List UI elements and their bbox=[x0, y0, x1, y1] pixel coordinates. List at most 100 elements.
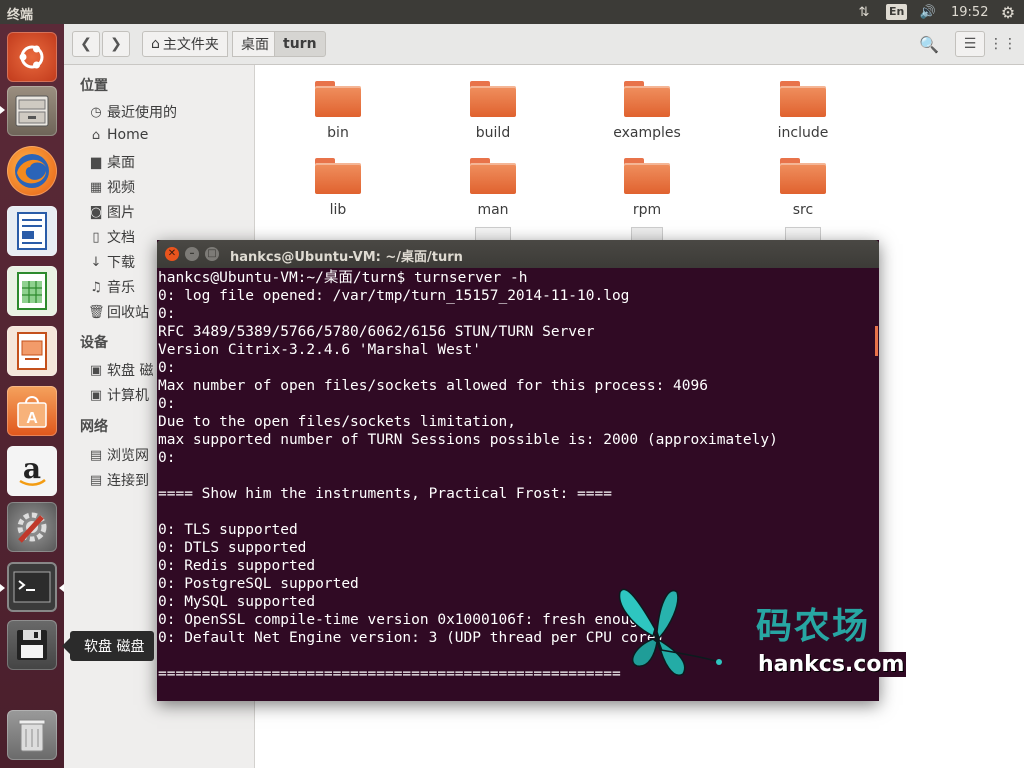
trash-icon[interactable] bbox=[7, 710, 57, 760]
sidebar-item-recent[interactable]: ◷ 最近使用的 bbox=[88, 102, 177, 122]
forward-button[interactable]: ❯ bbox=[102, 31, 130, 57]
sidebar-item-label: 文档 bbox=[107, 230, 135, 246]
terminal-line: 0: bbox=[158, 360, 176, 376]
maximize-window-button[interactable]: □ bbox=[205, 247, 219, 261]
folder-item[interactable]: man bbox=[443, 158, 543, 218]
svg-text:A: A bbox=[26, 410, 38, 427]
folder-name: man bbox=[477, 202, 509, 218]
top-panel: 终端 ⇅ En 🔊 19:52 ⚙ bbox=[0, 0, 1024, 24]
sidebar-item-home[interactable]: ⌂ Home bbox=[88, 127, 148, 143]
list-icon: ☰ bbox=[963, 36, 977, 52]
grid-view-button[interactable]: ⋮⋮ bbox=[988, 31, 1018, 57]
sidebar-item-floppy[interactable]: ▣ 软盘 磁 bbox=[88, 360, 154, 380]
keyboard-layout-indicator[interactable]: En bbox=[886, 3, 908, 21]
folder-item[interactable]: include bbox=[753, 81, 853, 141]
sidebar-item-documents[interactable]: ▯ 文档 bbox=[88, 227, 135, 247]
sidebar-item-connect-server[interactable]: ▤ 连接到 bbox=[88, 470, 149, 490]
libreoffice-impress-icon[interactable] bbox=[7, 326, 57, 376]
sidebar-item-label: 最近使用的 bbox=[107, 105, 177, 121]
breadcrumb-turn[interactable]: turn bbox=[274, 31, 326, 57]
chevron-right-icon: ❯ bbox=[110, 36, 122, 52]
floppy-disk-icon[interactable] bbox=[7, 620, 57, 670]
sidebar-item-pictures[interactable]: ◙ 图片 bbox=[88, 202, 135, 222]
folder-item[interactable]: build bbox=[443, 81, 543, 141]
folder-item[interactable]: examples bbox=[597, 81, 697, 141]
devices-header: 设备 bbox=[80, 335, 108, 351]
sidebar-item-computer[interactable]: ▣ 计算机 bbox=[88, 385, 149, 405]
sidebar-item-label: 音乐 bbox=[107, 280, 135, 296]
downloads-icon: ↓ bbox=[90, 254, 102, 270]
sidebar-item-trash[interactable]: 🗑 回收站 bbox=[88, 302, 149, 322]
terminal-scrollbar[interactable] bbox=[875, 326, 878, 356]
folder-name: src bbox=[792, 202, 814, 218]
network-transfer-icon[interactable]: ⇅ bbox=[853, 3, 875, 21]
home-icon: ⌂ bbox=[91, 127, 101, 143]
system-settings-gear-icon[interactable]: ⚙ bbox=[998, 3, 1018, 22]
folder-icon bbox=[780, 158, 826, 194]
terminal-line: 0: bbox=[158, 450, 176, 466]
folder-name: rpm bbox=[632, 202, 662, 218]
places-header: 位置 bbox=[80, 78, 108, 94]
breadcrumb-label: turn bbox=[283, 36, 317, 52]
folder-name: lib bbox=[329, 202, 347, 218]
svg-text:a: a bbox=[23, 453, 41, 485]
terminal-line: 0: bbox=[158, 396, 176, 412]
terminal-line: hankcs@Ubuntu-VM:~/桌面/turn$ turnserver -… bbox=[158, 270, 528, 286]
firefox-icon[interactable] bbox=[7, 146, 57, 196]
folder-icon bbox=[470, 158, 516, 194]
breadcrumb-label: 桌面 bbox=[241, 37, 269, 53]
music-icon: ♫ bbox=[90, 279, 102, 295]
volume-icon[interactable]: 🔊 bbox=[915, 3, 941, 21]
file-manager-toolbar: ❮ ❯ ⌂ 主文件夹 桌面 turn 🔍 ☰ ⋮⋮ bbox=[64, 24, 1024, 65]
folder-icon bbox=[315, 81, 361, 117]
sidebar-item-videos[interactable]: ▦ 视频 bbox=[88, 177, 135, 197]
folder-name: build bbox=[475, 125, 511, 141]
libreoffice-writer-icon[interactable] bbox=[7, 206, 57, 256]
sidebar-item-label: 回收站 bbox=[107, 305, 149, 321]
breadcrumb-desktop[interactable]: 桌面 bbox=[232, 31, 278, 57]
terminal-titlebar[interactable]: ✕ – □ hankcs@Ubuntu-VM: ~/桌面/turn bbox=[157, 240, 879, 268]
folder-icon bbox=[624, 158, 670, 194]
active-app-title: 终端 bbox=[7, 8, 34, 23]
back-button[interactable]: ❮ bbox=[72, 31, 100, 57]
launcher-tooltip: 软盘 磁盘 bbox=[61, 631, 155, 661]
sidebar-item-label: 软盘 磁 bbox=[107, 363, 154, 379]
dash-home-icon[interactable] bbox=[7, 32, 57, 82]
terminal-title: hankcs@Ubuntu-VM: ~/桌面/turn bbox=[230, 250, 463, 265]
breadcrumb-home[interactable]: ⌂ 主文件夹 bbox=[142, 31, 228, 57]
minimize-icon: – bbox=[189, 248, 195, 259]
documents-icon: ▯ bbox=[92, 229, 100, 245]
clock[interactable]: 19:52 bbox=[951, 3, 988, 21]
ubuntu-software-center-icon[interactable]: A bbox=[7, 386, 57, 436]
sidebar-item-label: 浏览网 bbox=[107, 448, 149, 464]
files-app-icon[interactable] bbox=[7, 86, 57, 136]
minimize-window-button[interactable]: – bbox=[185, 247, 199, 261]
chevron-left-icon: ❮ bbox=[80, 36, 92, 52]
terminal-line: max supported number of TURN Sessions po… bbox=[158, 432, 778, 448]
system-settings-icon[interactable] bbox=[7, 502, 57, 552]
sidebar-item-downloads[interactable]: ↓ 下载 bbox=[88, 252, 135, 272]
sidebar-item-label: 连接到 bbox=[107, 473, 149, 489]
sidebar-item-desktop[interactable]: ▆ 桌面 bbox=[88, 152, 135, 172]
folder-item[interactable]: rpm bbox=[597, 158, 697, 218]
terminal-line: Due to the open files/sockets limitation… bbox=[158, 414, 516, 430]
terminal-line: 0: log file opened: /var/tmp/turn_15157_… bbox=[158, 288, 630, 304]
search-button[interactable]: 🔍 bbox=[914, 31, 944, 57]
running-indicator bbox=[0, 584, 5, 592]
close-window-button[interactable]: ✕ bbox=[165, 247, 179, 261]
terminal-line: 0: PostgreSQL supported bbox=[158, 576, 359, 592]
list-view-button[interactable]: ☰ bbox=[955, 31, 985, 57]
folder-item[interactable]: lib bbox=[288, 158, 388, 218]
amazon-icon[interactable]: a bbox=[7, 446, 57, 496]
language-badge: En bbox=[886, 4, 908, 20]
floppy-icon: ▣ bbox=[89, 362, 103, 378]
libreoffice-calc-icon[interactable] bbox=[7, 266, 57, 316]
folder-item[interactable]: bin bbox=[288, 81, 388, 141]
sidebar-item-browse-network[interactable]: ▤ 浏览网 bbox=[88, 445, 149, 465]
trash-icon: 🗑 bbox=[88, 304, 105, 320]
folder-icon bbox=[470, 81, 516, 117]
folder-item[interactable]: src bbox=[753, 158, 853, 218]
sidebar-item-music[interactable]: ♫ 音乐 bbox=[88, 277, 135, 297]
terminal-app-icon[interactable] bbox=[7, 562, 57, 612]
